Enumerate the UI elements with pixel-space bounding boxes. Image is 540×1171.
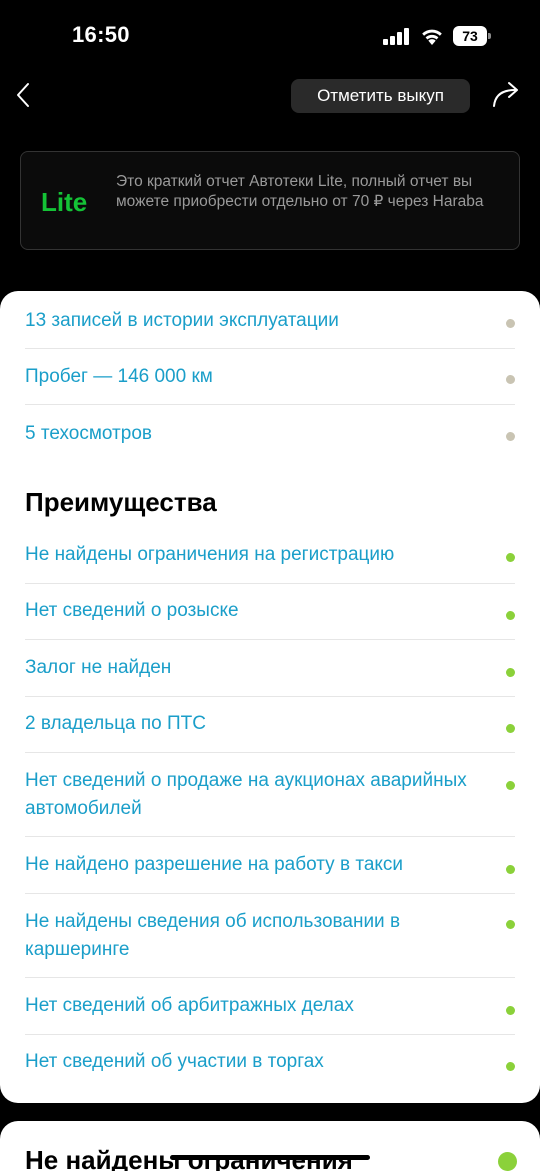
- status-dot: [506, 1062, 515, 1071]
- summary-item[interactable]: Пробег — 146 000 км: [25, 363, 515, 405]
- share-icon[interactable]: [489, 80, 523, 110]
- status-dot: [506, 432, 515, 441]
- advantage-item[interactable]: Нет сведений о розыске: [25, 597, 515, 640]
- advantage-item-label: Нет сведений о розыске: [25, 600, 239, 621]
- status-dot: [506, 319, 515, 328]
- restrictions-card[interactable]: Не найдены ограничения: [0, 1121, 540, 1171]
- wifi-icon: [422, 29, 442, 45]
- status-dot: [506, 724, 515, 733]
- lite-report-banner[interactable]: Lite Это краткий отчет Автотеки Lite, по…: [20, 151, 520, 250]
- report-card: 13 записей в истории эксплуатации Пробег…: [0, 291, 540, 1103]
- mark-purchase-button[interactable]: Отметить выкуп: [291, 79, 470, 113]
- advantage-item-label: Не найдены сведения об использовании в к…: [25, 911, 401, 960]
- status-dot: [506, 1006, 515, 1015]
- status-dot: [506, 668, 515, 677]
- status-dot: [506, 865, 515, 874]
- lite-banner-text: Это краткий отчет Автотеки Lite, полный …: [116, 173, 484, 210]
- status-dot: [506, 611, 515, 620]
- status-dot: [506, 920, 515, 929]
- lite-badge: Lite: [41, 187, 88, 217]
- battery-icon: 73: [453, 26, 491, 46]
- advantage-item[interactable]: Не найдены сведения об использовании в к…: [25, 908, 515, 978]
- advantage-item[interactable]: Не найдено разрешение на работу в такси: [25, 851, 515, 894]
- status-dot: [506, 375, 515, 384]
- summary-item[interactable]: 13 записей в истории эксплуатации: [25, 307, 515, 349]
- cellular-signal-icon: [383, 28, 411, 45]
- summary-item-label: 13 записей в истории эксплуатации: [25, 310, 339, 331]
- summary-item-label: Пробег — 146 000 км: [25, 366, 213, 387]
- status-dot: [506, 553, 515, 562]
- advantage-item[interactable]: 2 владельца по ПТС: [25, 710, 515, 753]
- advantage-item-label: Залог не найден: [25, 657, 172, 678]
- advantage-item-label: Нет сведений об арбитражных делах: [25, 995, 354, 1016]
- summary-item-label: 5 техосмотров: [25, 423, 152, 444]
- status-dot: [498, 1152, 517, 1171]
- advantage-item[interactable]: Залог не найден: [25, 654, 515, 697]
- status-time: 16:50: [72, 22, 130, 47]
- advantage-item-label: 2 владельца по ПТС: [25, 713, 207, 734]
- advantage-item-label: Нет сведений об участии в торгах: [25, 1051, 324, 1072]
- advantage-item[interactable]: Не найдены ограничения на регистрацию: [25, 541, 515, 584]
- advantage-item-label: Не найдены ограничения на регистрацию: [25, 544, 395, 565]
- home-indicator: [170, 1155, 370, 1160]
- status-bar: 16:50 73: [0, 0, 540, 72]
- battery-level: 73: [453, 26, 487, 46]
- advantage-item-label: Не найдено разрешение на работу в такси: [25, 854, 404, 875]
- back-chevron-icon[interactable]: [10, 80, 40, 110]
- advantage-item[interactable]: Нет сведений об участии в торгах: [25, 1048, 515, 1091]
- advantages-heading: Преимущества: [25, 487, 217, 517]
- status-dot: [506, 781, 515, 790]
- advantage-item[interactable]: Нет сведений об арбитражных делах: [25, 992, 515, 1035]
- advantage-item[interactable]: Нет сведений о продаже на аукционах авар…: [25, 767, 515, 837]
- advantage-item-label: Нет сведений о продаже на аукционах авар…: [25, 770, 467, 819]
- summary-item[interactable]: 5 техосмотров: [25, 420, 515, 462]
